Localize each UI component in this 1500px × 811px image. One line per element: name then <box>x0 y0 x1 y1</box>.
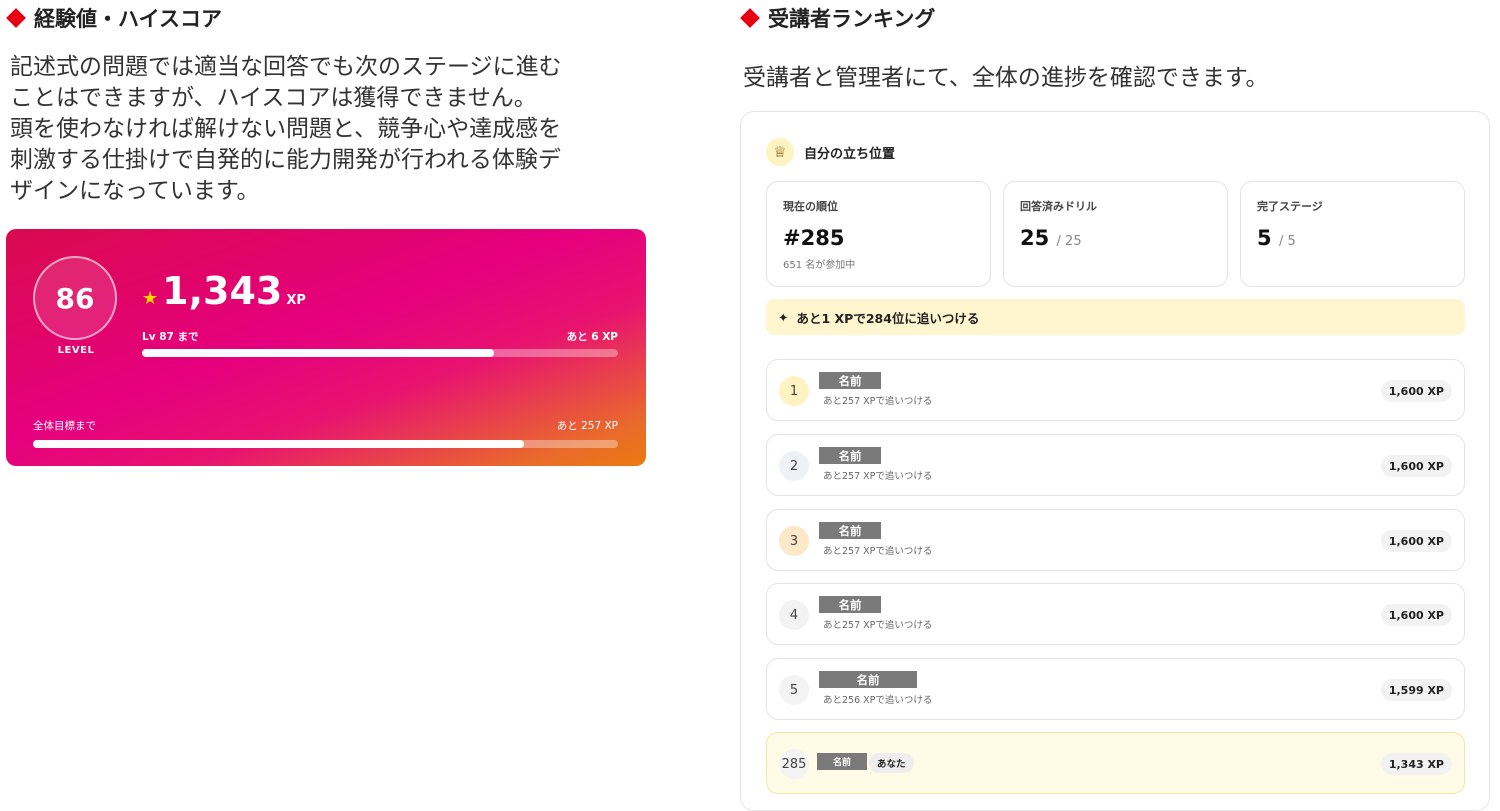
rank-number: 1 <box>779 376 809 406</box>
sparkle-icon: ✦ <box>778 309 789 325</box>
ranking-row[interactable]: 5 名前 あと256 XPで追いつける 1,599 XP <box>766 658 1465 720</box>
xp-total: ★ 1,343 XP <box>142 269 306 313</box>
goal-label: 全体目標まで <box>33 420 96 432</box>
level-badge: 86 <box>33 256 117 340</box>
xp-section-title: 経験値・ハイスコア <box>6 3 222 33</box>
ranking-row-me[interactable]: 285 名前 あなた 1,343 XP <box>766 732 1465 794</box>
xp-badge: 1,600 XP <box>1380 530 1452 552</box>
rank-number: 5 <box>779 675 809 705</box>
ranking-section-title: 受講者ランキング <box>740 3 935 33</box>
next-level-label: Lv 87 まで <box>142 331 199 343</box>
xp-description: 記述式の問題では適当な回答でも次のステージに進む ことはできますが、ハイスコアは… <box>10 54 562 204</box>
xp-card: 86 LEVEL ★ 1,343 XP Lv 87 まで あと 6 XP 全体目… <box>6 229 646 466</box>
next-level-progress-bar <box>142 349 618 357</box>
trophy-icon: ♕ <box>766 138 794 166</box>
stat-current-rank: 現在の順位 #285 651 名が参加中 <box>766 181 991 287</box>
gap-text: あと257 XPで追いつける <box>823 546 933 557</box>
xp-badge: 1,600 XP <box>1380 455 1452 477</box>
user-name: 名前 <box>819 447 881 464</box>
xp-badge: 1,599 XP <box>1380 679 1452 701</box>
goal-remaining: あと 257 XP <box>556 420 618 432</box>
ranking-panel: ♕ 自分の立ち位置 現在の順位 #285 651 名が参加中 回答済みドリル 2… <box>740 111 1490 811</box>
diamond-icon <box>740 8 760 28</box>
rank-number: 285 <box>779 749 809 779</box>
user-name: 名前 <box>819 671 917 688</box>
xp-badge: 1,343 XP <box>1380 753 1452 775</box>
rank-number: 3 <box>779 526 809 556</box>
ranking-row[interactable]: 3 名前 あと257 XPで追いつける 1,600 XP <box>766 509 1465 571</box>
xp-section: 経験値・ハイスコア 記述式の問題では適当な回答でも次のステージに進む ことはでき… <box>0 0 660 803</box>
rank-number: 4 <box>779 600 809 630</box>
user-name: 名前 <box>819 596 881 613</box>
gap-text: あと256 XPで追いつける <box>823 695 933 706</box>
stat-drills: 回答済みドリル 25 / 25 <box>1003 181 1228 287</box>
gap-text: あと257 XPで追いつける <box>823 620 933 631</box>
position-header: ♕ 自分の立ち位置 <box>766 138 895 166</box>
diamond-icon <box>6 8 26 28</box>
you-badge: あなた <box>869 753 914 773</box>
gap-text: あと257 XPで追いつける <box>823 471 933 482</box>
ranking-row[interactable]: 2 名前 あと257 XPで追いつける 1,600 XP <box>766 434 1465 496</box>
star-icon: ★ <box>142 288 159 309</box>
ranking-row[interactable]: 1 名前 あと257 XPで追いつける 1,600 XP <box>766 359 1465 421</box>
stat-stages: 完了ステージ 5 / 5 <box>1240 181 1465 287</box>
xp-badge: 1,600 XP <box>1380 604 1452 626</box>
catch-up-banner: ✦ あと1 XPで284位に追いつける <box>766 299 1465 335</box>
user-name: 名前 <box>817 753 867 770</box>
user-name: 名前 <box>819 372 881 389</box>
next-level-progress-fill <box>142 349 495 357</box>
next-level-remaining: あと 6 XP <box>566 331 618 343</box>
level-label: LEVEL <box>57 345 95 356</box>
goal-progress-fill <box>33 440 525 448</box>
user-name: 名前 <box>819 522 881 539</box>
rank-number: 2 <box>779 451 809 481</box>
gap-text: あと257 XPで追いつける <box>823 396 933 407</box>
ranking-row[interactable]: 4 名前 あと257 XPで追いつける 1,600 XP <box>766 583 1465 645</box>
xp-badge: 1,600 XP <box>1380 380 1452 402</box>
goal-progress-bar <box>33 440 618 448</box>
ranking-section: 受講者ランキング 受講者と管理者にて、全体の進捗を確認できます。 ♕ 自分の立ち… <box>740 0 1500 811</box>
ranking-description: 受講者と管理者にて、全体の進捗を確認できます。 <box>743 65 1269 91</box>
